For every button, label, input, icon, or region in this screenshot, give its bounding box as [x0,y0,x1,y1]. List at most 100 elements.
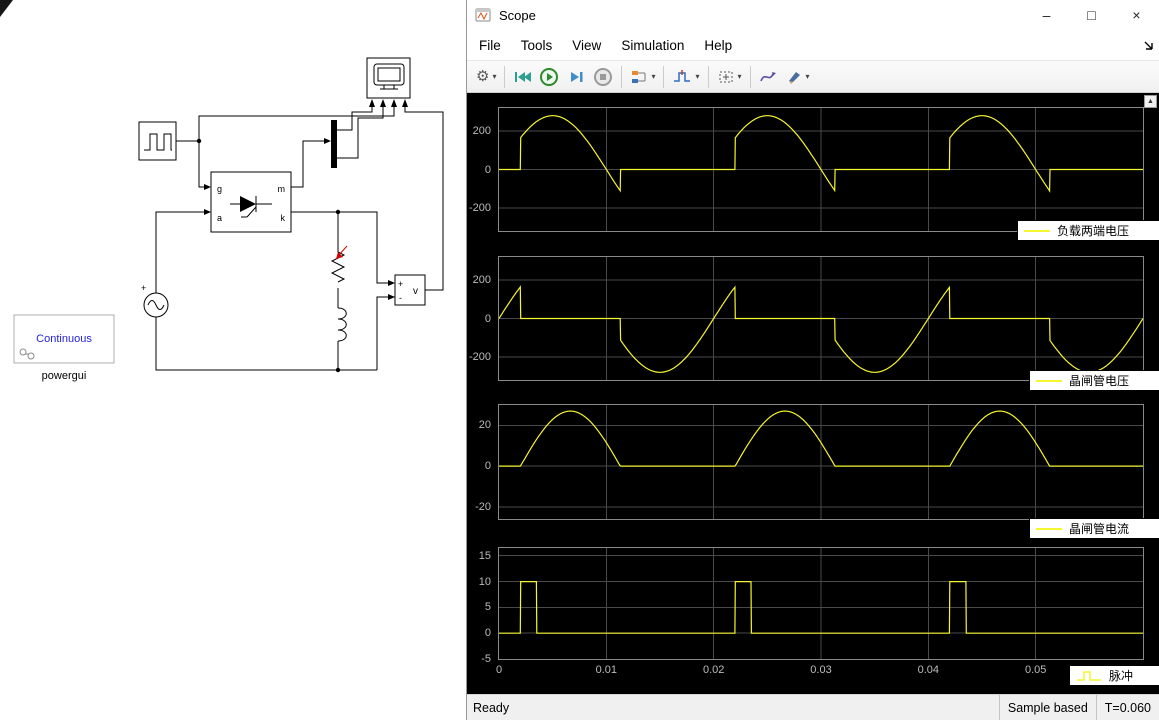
window-title: Scope [499,8,536,23]
statusbar: Ready Sample based T=0.060 [467,694,1159,720]
menu-help[interactable]: Help [694,38,742,53]
thyristor-block[interactable]: g m a k [211,172,291,232]
status-text: Ready [467,701,509,715]
scope-plot-gate-pulse: -5051015 [467,547,1159,660]
voltage-measurement-block[interactable]: + - v [395,275,425,305]
stop-button[interactable] [589,64,617,90]
maximize-button[interactable]: □ [1069,0,1114,30]
y-tick-labels: -20020 [467,404,496,520]
legend-line-sample [1024,230,1050,232]
titlebar: Scope – □ × [467,0,1159,30]
powergui-mode-label: Continuous [36,333,92,345]
legend-line-sample [1036,380,1062,382]
minimize-button[interactable]: – [1024,0,1069,30]
settings-gear-icon: ⚙ [476,69,489,84]
scale-axes-button[interactable]: ▾ [713,64,746,90]
scope-plot-thyristor-voltage: -2000200 [467,256,1159,381]
legend-gate-pulse[interactable]: 脉冲 [1069,665,1159,686]
inductor-icon [338,308,346,341]
resistor-icon [332,245,344,282]
stop-icon [593,67,613,87]
scope-plot-area: -2000200 -2000200 -20020 -5051015 00.010… [467,93,1159,694]
pulse-generator-block[interactable] [139,122,176,160]
toolbar-separator [663,66,664,88]
settings-button[interactable]: ⚙▾ [472,64,500,90]
menu-tools[interactable]: Tools [511,38,563,53]
toolbar-separator [750,66,751,88]
menu-view[interactable]: View [562,38,611,53]
menubar: File Tools View Simulation Help [467,30,1159,60]
y-tick-labels: -5051015 [467,547,496,660]
legend-label: 脉冲 [1109,667,1133,684]
toolbar-separator [504,66,505,88]
axes[interactable] [498,404,1144,520]
dock-arrow-icon[interactable] [1143,39,1155,51]
port-label-m: m [278,184,286,194]
scope-window: Scope – □ × File Tools View Simulation H… [466,0,1159,720]
status-sample-mode: Sample based [999,695,1096,720]
legend-label: 负载两端电压 [1057,222,1129,239]
ac-voltage-source-block[interactable]: + [141,283,168,317]
axes[interactable] [498,256,1144,381]
legend-thyristor-current[interactable]: 晶闸管电流 [1029,518,1159,539]
desktop: g m a k + [0,0,1159,720]
step-forward-icon [567,68,585,86]
simulation-pacing-button[interactable] [755,64,781,90]
status-cells: Sample based T=0.060 [999,695,1159,720]
axes[interactable] [498,547,1144,660]
signal-wires[interactable] [156,107,443,370]
legend-label: 晶闸管电流 [1069,520,1129,537]
trigger-button[interactable]: ▾ [668,64,703,90]
source-plus-label: + [141,283,146,293]
chevron-down-icon: ▾ [738,72,742,81]
simulink-model-canvas: g m a k + [0,0,466,720]
vmeter-minus-label: - [399,293,402,303]
scope-block[interactable] [367,58,410,98]
y-tick-labels: -2000200 [467,107,496,232]
axes[interactable] [498,107,1144,232]
x-tick-labels: 00.010.020.030.040.05 [498,664,1144,678]
legend-label: 晶闸管电压 [1069,372,1129,389]
canvas-corner-artifact [0,0,13,17]
chevron-down-icon: ▾ [651,72,655,81]
style-brush-icon [785,68,803,86]
step-forward-button[interactable] [563,64,589,90]
menu-file[interactable]: File [469,38,511,53]
chevron-down-icon: ▾ [806,72,810,81]
rewind-button[interactable] [509,64,535,90]
legend-load-voltage[interactable]: 负载两端电压 [1017,220,1159,241]
rewind-icon [513,68,531,86]
series-rlc-branch-block[interactable] [332,245,346,341]
legend-thyristor-voltage[interactable]: 晶闸管电压 [1029,370,1159,391]
status-sim-time: T=0.060 [1096,695,1159,720]
port-label-k: k [281,213,286,223]
style-button[interactable]: ▾ [781,64,814,90]
demux-block[interactable] [331,120,337,168]
powergui-name-label: powergui [42,370,87,382]
window-controls: – □ × [1024,0,1159,30]
scope-screen-icon [374,64,404,89]
menu-simulation[interactable]: Simulation [611,38,694,53]
run-icon [539,67,559,87]
signal-selector-icon [630,68,648,86]
y-tick-labels: -2000200 [467,256,496,381]
scope-plot-thyristor-current: -20020 [467,404,1159,520]
powergui-block[interactable]: Continuous powergui [14,315,114,382]
signal-selector-button[interactable]: ▾ [626,64,659,90]
scale-axes-icon [717,68,735,86]
trigger-icon [672,68,692,86]
scroll-up-button[interactable]: ▲ [1144,95,1157,108]
close-button[interactable]: × [1114,0,1159,30]
vmeter-plus-label: + [398,279,403,289]
toolbar: ⚙▾ [467,60,1159,93]
chevron-down-icon: ▾ [492,72,496,81]
scope-plot-load-voltage: -2000200 [467,107,1159,232]
chevron-down-icon: ▾ [695,72,699,81]
toolbar-separator [708,66,709,88]
toolbar-separator [621,66,622,88]
vmeter-v-label: v [413,286,418,297]
port-label-a: a [217,213,222,223]
scope-window-icon [475,7,491,23]
run-button[interactable] [535,64,563,90]
simulation-pacing-icon [759,68,777,86]
